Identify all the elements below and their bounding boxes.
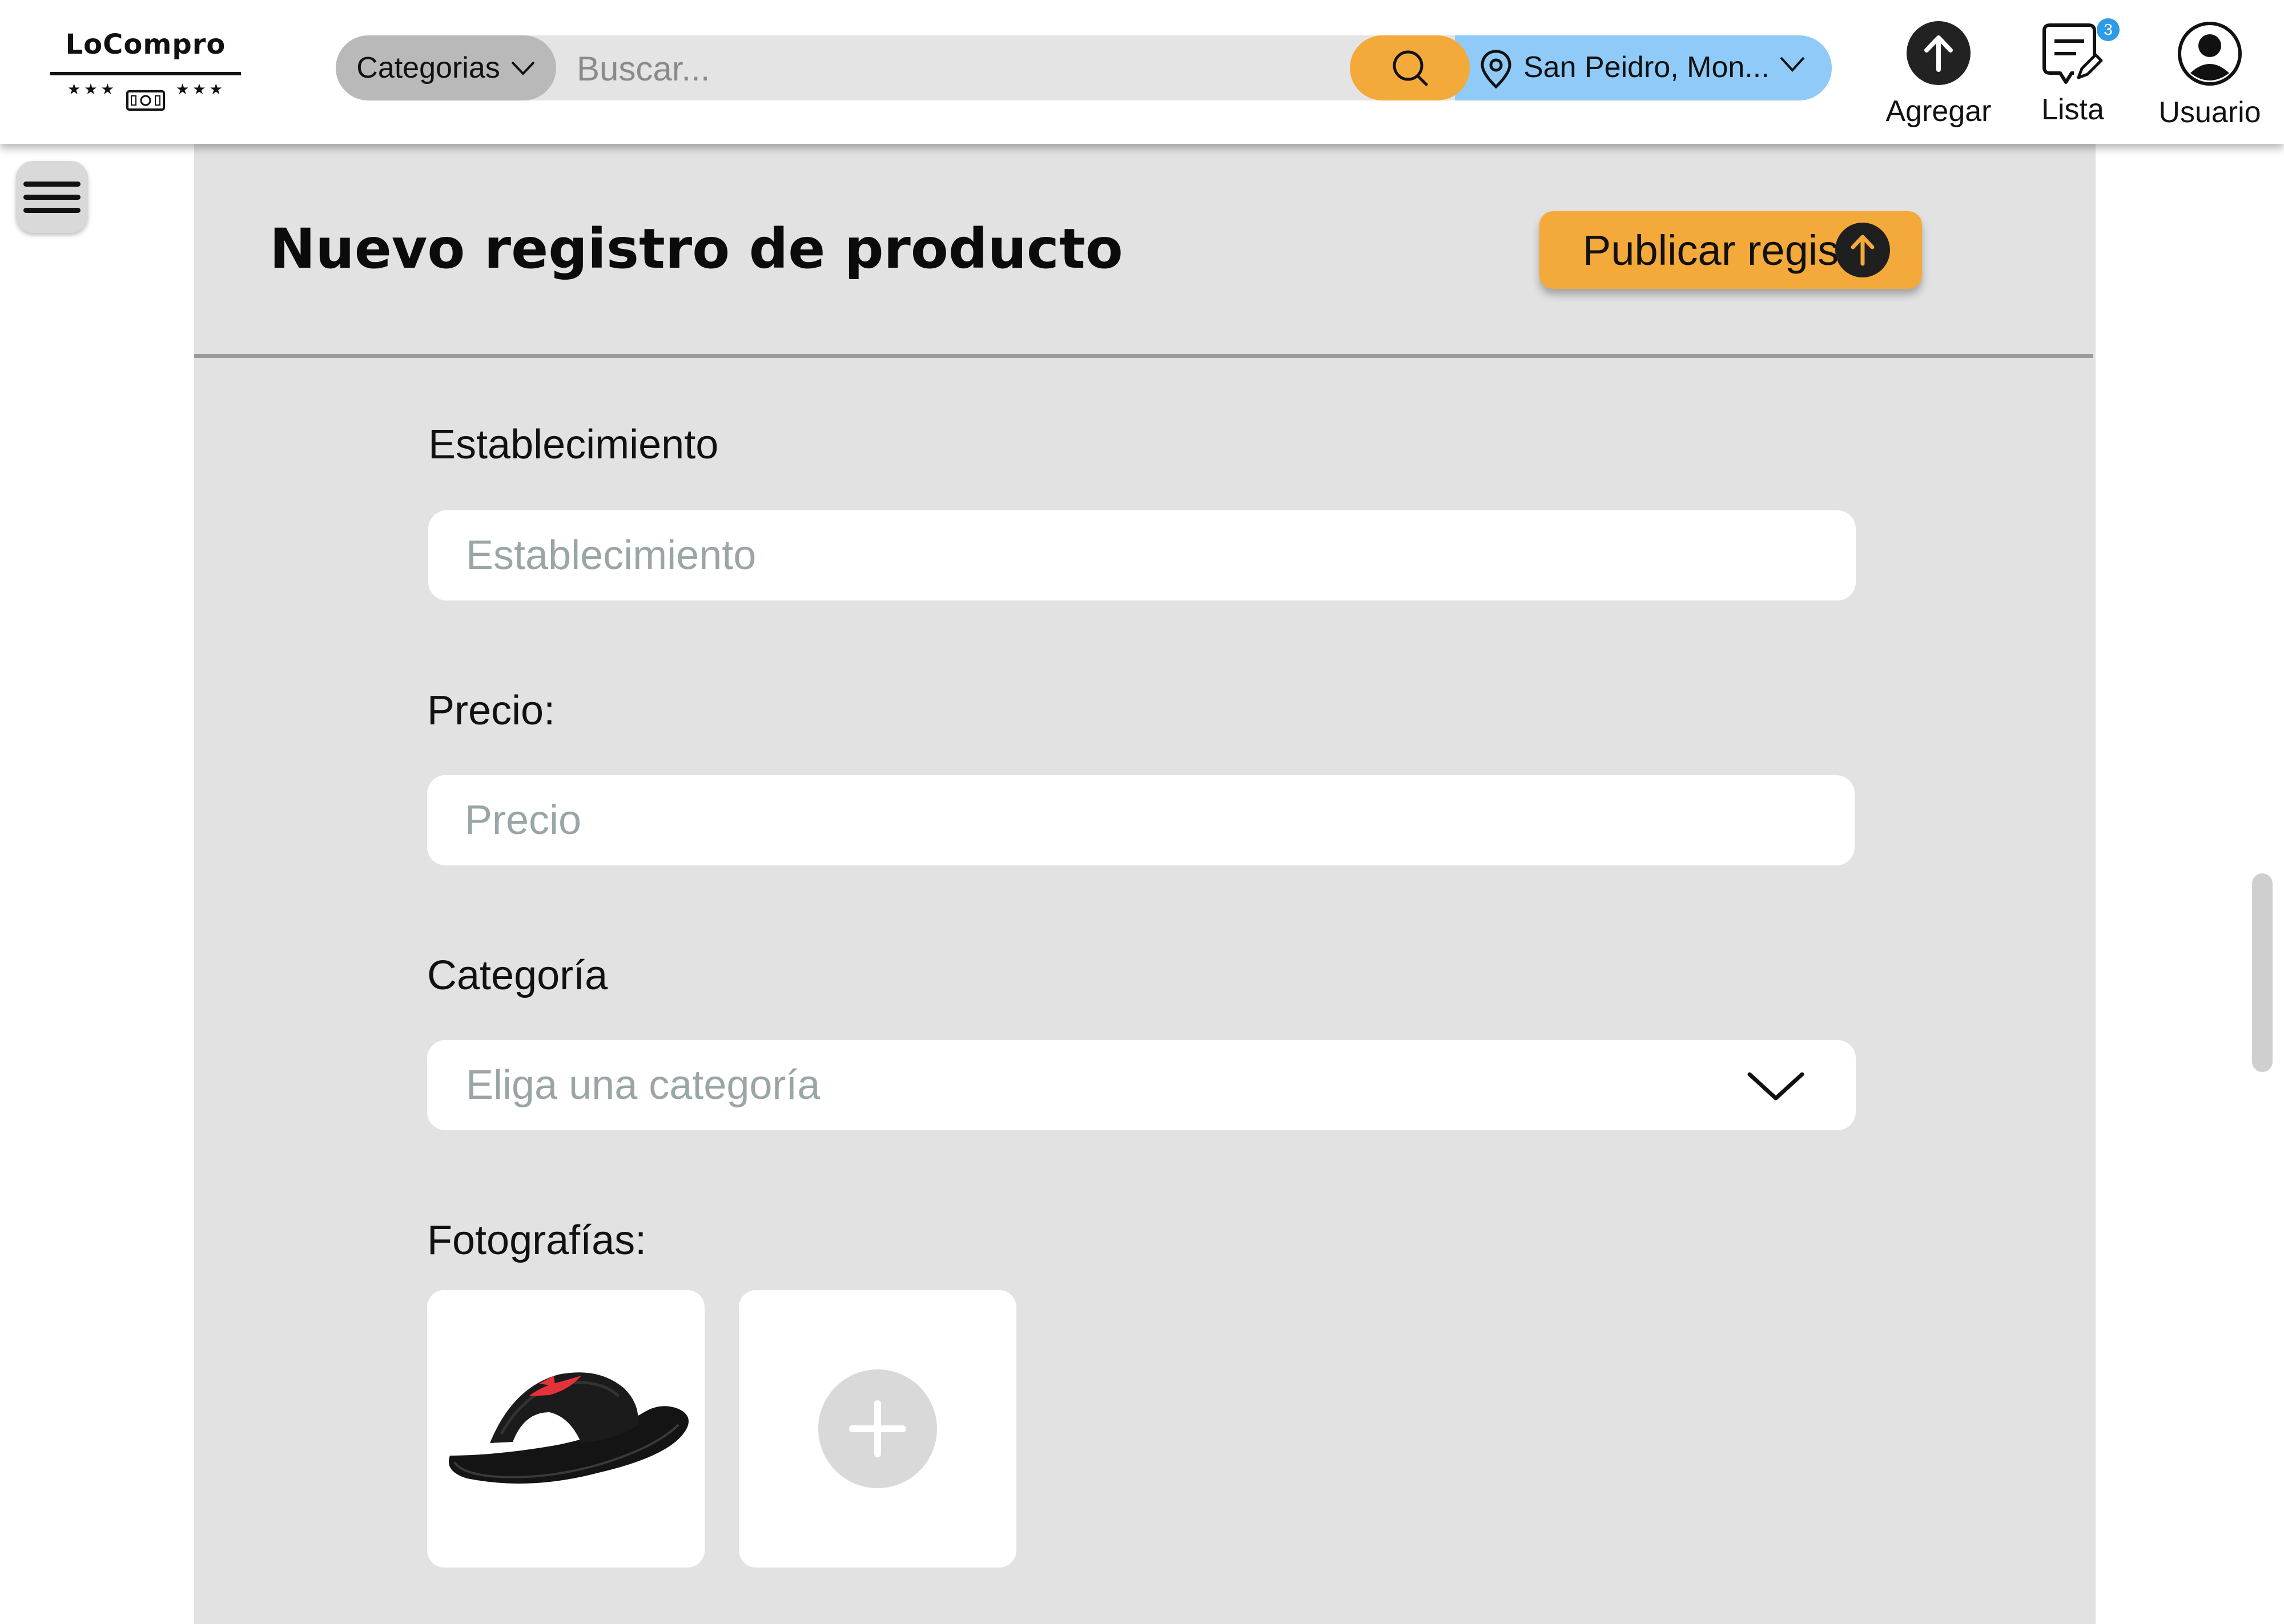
page-scrollbar[interactable] [2252,873,2273,1072]
price-input[interactable] [427,775,1855,865]
shopping-list-button[interactable]: 3 Lista [2021,18,2124,129]
user-label: Usuario [2158,96,2261,129]
logo-text: LoCompro [65,29,226,61]
menu-bar [23,207,81,213]
category-select-value: Eliga una categoría [466,1062,821,1108]
money-bill-icon [126,90,165,111]
logo-underline [50,72,241,75]
location-text: San Peidro, Mon... [1523,51,1770,84]
search-button[interactable] [1350,35,1470,100]
menu-bar [23,194,81,200]
chevron-down-icon [1780,57,1805,72]
menu-bar [23,181,81,187]
search-icon [1393,50,1428,86]
menu-button[interactable] [16,161,88,233]
logo-stars-left: ★★★ [67,81,118,98]
list-count-badge: 3 [2097,18,2120,41]
add-photo-circle [818,1369,937,1488]
header-divider [194,354,2093,358]
logo-stars-right: ★★★ [176,81,226,98]
photos-label: Fotografías: [427,1218,647,1263]
establishment-label: Establecimiento [428,422,719,468]
category-label: Categoría [427,953,608,998]
add-photo-button[interactable] [739,1290,1016,1567]
establishment-input[interactable] [428,510,1856,601]
location-pin-icon [1481,50,1511,89]
add-product-button[interactable]: Agregar [1879,21,1998,129]
page-title: Nuevo registro de producto [270,217,1123,281]
chevron-down-icon [511,61,535,75]
chevron-down-icon [1747,1072,1804,1101]
user-account-button[interactable]: Usuario [2147,21,2273,129]
search-bar: Categorias San Peidro, Mon... [336,35,1832,100]
add-label: Agregar [1885,95,1992,128]
brand-logo[interactable]: LoCompro ★★★ ★★★ [46,29,246,120]
product-form-panel: Nuevo registro de producto Publicar regi… [194,144,2096,1624]
category-select[interactable]: Eliga una categoría [427,1040,1856,1130]
categories-dropdown-button[interactable]: Categorias [336,35,556,100]
publish-record-button[interactable]: Publicar registro [1539,211,1922,289]
sandal-photo [449,1372,689,1484]
categories-label: Categorias [356,51,500,84]
upload-arrow-icon [1835,223,1890,277]
user-icon [2178,22,2242,86]
price-label: Precio: [427,688,556,734]
upload-arrow-icon [1907,21,1971,85]
list-label: Lista [2041,93,2104,126]
top-navbar: LoCompro ★★★ ★★★ Categorias Buscar... Sa… [0,0,2284,144]
plus-icon [849,1400,906,1457]
product-photo-thumbnail[interactable] [427,1290,705,1567]
